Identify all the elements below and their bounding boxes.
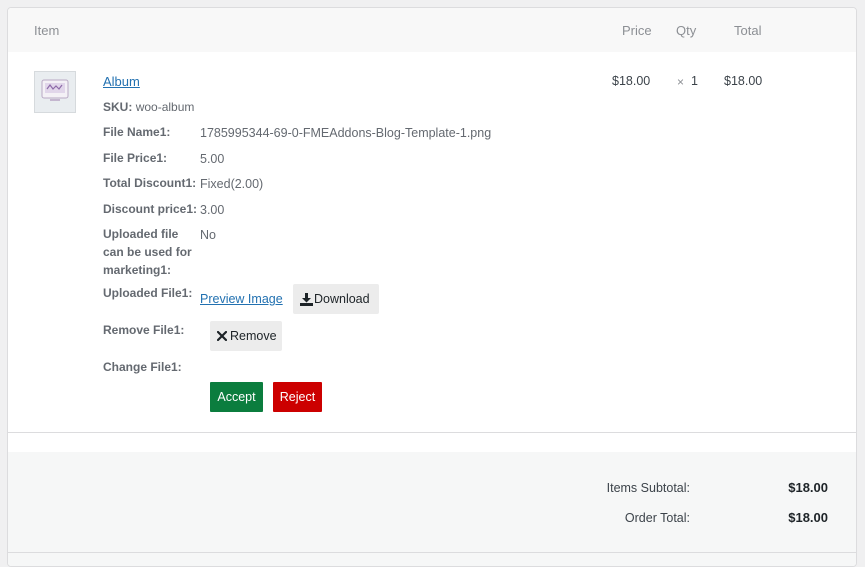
- meta-label-marketing: Uploaded file can be used for marketing1…: [103, 227, 192, 277]
- download-button[interactable]: Download: [293, 284, 379, 314]
- totals-bottom-divider: [8, 552, 856, 553]
- reject-button[interactable]: Reject: [273, 382, 322, 412]
- meta-label-discount-price: Discount price1:: [103, 202, 198, 216]
- meta-label-total-discount: Total Discount1:: [103, 176, 197, 190]
- item-total: $18.00: [724, 74, 763, 88]
- close-icon: [217, 331, 227, 341]
- download-label: Download: [314, 292, 370, 306]
- table-header: Item Price Qty Total: [8, 8, 856, 52]
- product-placeholder-icon: [41, 79, 69, 106]
- meta-label-file-price: File Price1:: [103, 151, 168, 165]
- meta-label-file-name: File Name1:: [103, 125, 171, 139]
- sku-value: woo-album: [135, 100, 195, 114]
- items-divider: [8, 432, 856, 433]
- sku-label: SKU:: [103, 100, 133, 114]
- product-thumbnail[interactable]: [34, 71, 76, 113]
- meta-value-marketing: No: [200, 228, 216, 242]
- item-price: $18.00: [612, 74, 651, 88]
- subtotal-value: $18.00: [788, 480, 828, 495]
- product-name-link[interactable]: Album: [103, 74, 140, 89]
- qty-multiply-sign: ×: [677, 75, 685, 89]
- order-total-label: Order Total:: [624, 511, 690, 525]
- item-qty: 1: [691, 74, 698, 88]
- meta-label-change-file: Change File1:: [103, 360, 182, 374]
- meta-value-discount-price: 3.00: [200, 203, 225, 217]
- order-items-panel: Item Price Qty Total Album SKU: woo-albu…: [7, 7, 857, 567]
- download-icon: [300, 292, 313, 306]
- order-totals: Items Subtotal: $18.00 Order Total: $18.…: [8, 452, 856, 566]
- header-total: Total: [734, 23, 762, 38]
- product-sku: SKU: woo-album: [103, 100, 194, 114]
- meta-value-total-discount: Fixed(2.00): [200, 177, 264, 191]
- preview-image-link[interactable]: Preview Image: [200, 292, 283, 306]
- meta-value-file-price: 5.00: [200, 152, 225, 166]
- remove-label: Remove: [230, 329, 277, 343]
- header-qty: Qty: [676, 23, 697, 38]
- meta-label-uploaded-file: Uploaded File1:: [103, 286, 193, 300]
- order-total-value: $18.00: [788, 510, 828, 525]
- remove-button[interactable]: Remove: [210, 321, 282, 351]
- meta-label-remove-file: Remove File1:: [103, 323, 185, 337]
- header-item: Item: [34, 23, 60, 38]
- subtotal-label: Items Subtotal:: [606, 481, 690, 495]
- meta-value-file-name: 1785995344-69-0-FMEAddons-Blog-Template-…: [200, 126, 492, 140]
- header-price: Price: [622, 23, 652, 38]
- accept-button[interactable]: Accept: [210, 382, 263, 412]
